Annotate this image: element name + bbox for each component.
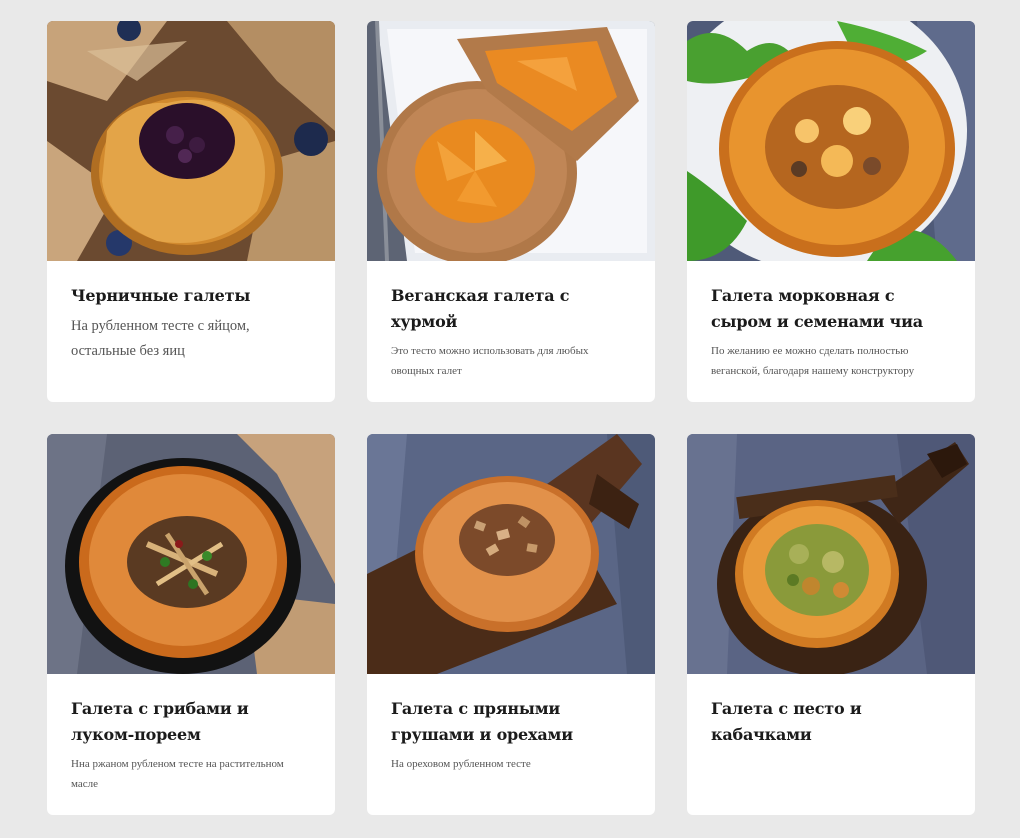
card-body: Галета с грибами и луком-пореем Нна ржан…	[47, 674, 335, 794]
recipe-title[interactable]: Веганская галета с хурмой	[391, 283, 631, 335]
recipe-card[interactable]: Галета с песто и кабачками	[687, 434, 975, 815]
recipe-description: На ореховом рубленном тесте	[391, 758, 531, 770]
recipe-title[interactable]: Галета морковная с сыром и семенами чиа	[711, 283, 951, 335]
recipe-description: По желанию ее можно сделать полностью ве…	[711, 345, 915, 377]
recipe-title[interactable]: Черничные галеты	[71, 283, 311, 309]
recipe-card[interactable]: Галета с грибами и луком-пореем Нна ржан…	[47, 434, 335, 815]
card-body: Черничные галеты На рубленном тесте с яй…	[47, 261, 335, 364]
card-body: Галета морковная с сыром и семенами чиа …	[687, 261, 975, 381]
recipe-card[interactable]: Галета морковная с сыром и семенами чиа …	[687, 21, 975, 402]
recipe-card[interactable]: Черничные галеты На рубленном тесте с яй…	[47, 21, 335, 402]
recipe-title[interactable]: Галета с пряными грушами и орехами	[391, 696, 631, 748]
pear-nut-galette-photo[interactable]	[367, 434, 655, 674]
recipe-card[interactable]: Веганская галета с хурмой Это тесто можн…	[367, 21, 655, 402]
recipe-description: На рубленном тесте с яйцом, остальные бе…	[71, 318, 250, 359]
card-body: Галета с пряными грушами и орехами На ор…	[367, 674, 655, 774]
recipe-card[interactable]: Галета с пряными грушами и орехами На ор…	[367, 434, 655, 815]
pesto-zucchini-galette-photo[interactable]	[687, 434, 975, 674]
recipe-description: Это тесто можно использовать для любых о…	[391, 345, 589, 377]
card-body: Веганская галета с хурмой Это тесто можн…	[367, 261, 655, 381]
card-body: Галета с песто и кабачками	[687, 674, 975, 748]
recipe-title[interactable]: Галета с грибами и луком-пореем	[71, 696, 311, 748]
recipe-description: Нна ржаном рубленом тесте на растительно…	[71, 758, 284, 790]
persimmon-galette-photo[interactable]	[367, 21, 655, 261]
recipe-title[interactable]: Галета с песто и кабачками	[711, 696, 951, 748]
mushroom-galette-photo[interactable]	[47, 434, 335, 674]
carrot-galette-photo[interactable]	[687, 21, 975, 261]
blueberry-galette-photo[interactable]	[47, 21, 335, 261]
recipe-grid: Черничные галеты На рубленном тесте с яй…	[47, 21, 975, 815]
